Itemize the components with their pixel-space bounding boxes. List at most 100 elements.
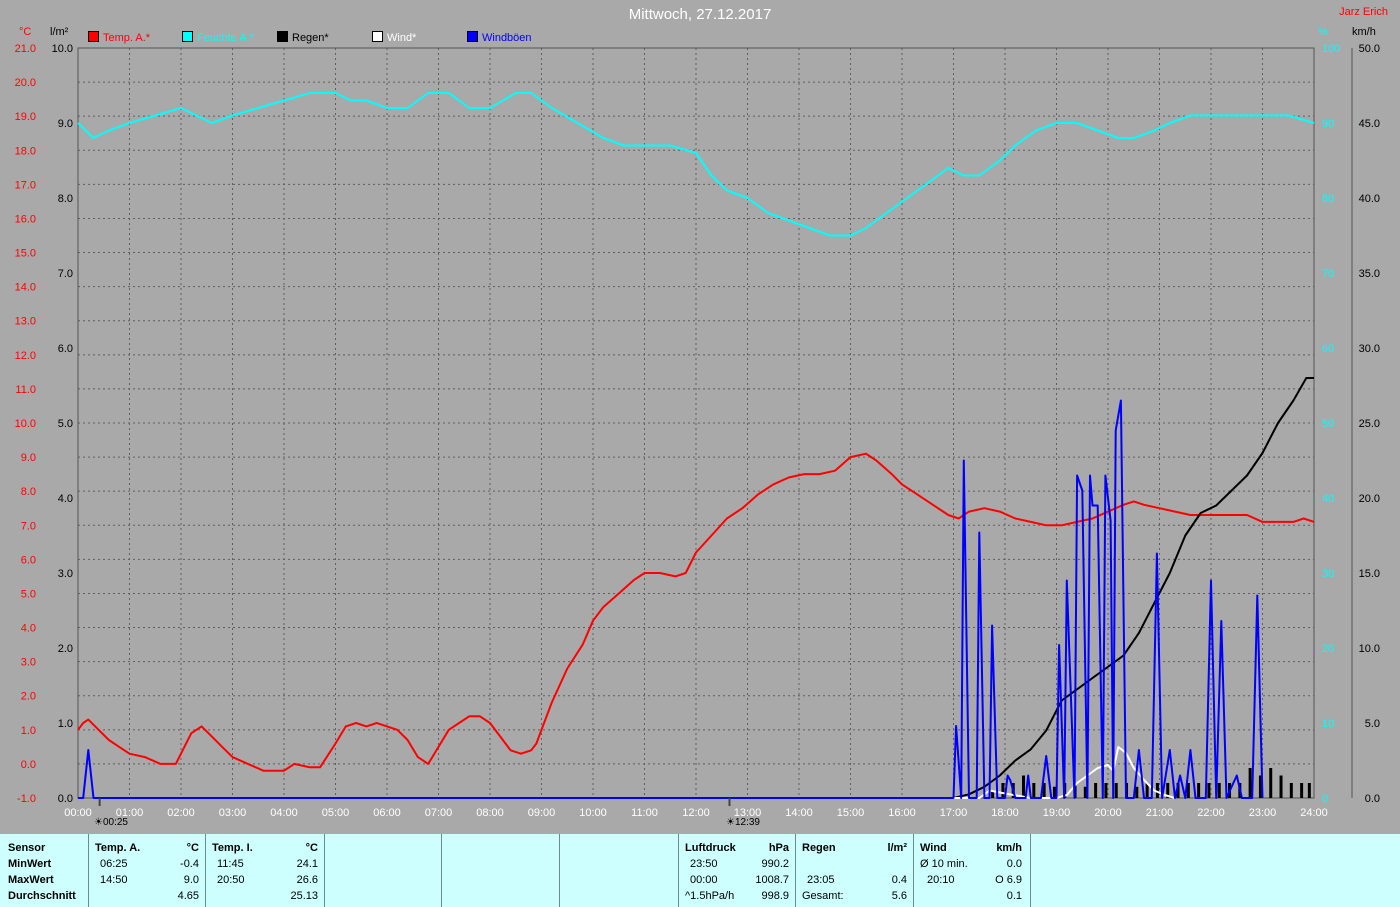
time-axis-tick-label: 09:00 xyxy=(528,807,556,819)
humidity-axis-tick-label: 30 xyxy=(1322,568,1334,580)
pressure-header: Luftdruck xyxy=(685,842,736,854)
sunrise-time: 00:25 xyxy=(102,817,128,828)
rain-bar xyxy=(1279,775,1283,798)
stats-empty-column-3 xyxy=(560,834,679,907)
time-axis-tick-label: 17:00 xyxy=(940,807,968,819)
time-axis-tick-label: 16:00 xyxy=(888,807,916,819)
time-axis-tick-label: 00:00 xyxy=(64,807,92,819)
temp-axis-tick-label: 15.0 xyxy=(15,248,36,260)
temp-axis-tick-label: 7.0 xyxy=(21,520,36,532)
sunset-label: ☀12:39 xyxy=(726,817,760,828)
rain-axis-tick-label: 10.0 xyxy=(52,43,73,55)
humidity-axis-tick-label: 50 xyxy=(1322,418,1334,430)
rain-bar xyxy=(1217,783,1221,798)
humidity-axis-tick-label: 40 xyxy=(1322,493,1334,505)
pressure-avg-value: 998.9 xyxy=(761,890,789,902)
temp-a-unit: °C xyxy=(186,842,199,854)
time-axis-tick-label: 04:00 xyxy=(270,807,298,819)
wind-axis-tick-label: 0.0 xyxy=(1365,793,1380,805)
rain-bar xyxy=(1248,768,1252,798)
temp-i-max-time: 20:50 xyxy=(217,874,245,886)
rain-bar xyxy=(1289,783,1293,798)
wind-axis-tick-label: 40.0 xyxy=(1359,193,1380,205)
rain-axis-tick-label: 2.0 xyxy=(58,643,73,655)
rain-bar xyxy=(1052,786,1056,798)
temp-a-avg-value: 4.65 xyxy=(177,890,199,902)
sunset-icon: ☀ xyxy=(726,817,735,828)
wind-avg-label: Ø 10 min. xyxy=(920,858,968,870)
rain-bar xyxy=(1001,783,1005,798)
temp-a-max-time: 14:50 xyxy=(100,874,128,886)
temp-axis-tick-label: 8.0 xyxy=(21,486,36,498)
temp-i-min-value: 24.1 xyxy=(296,858,318,870)
humidity-axis-tick-label: 70 xyxy=(1322,268,1334,280)
rain-axis-tick-label: 7.0 xyxy=(58,268,73,280)
stats-temp-a-column: Temp. A. °C 06:25 -0.4 14:50 9.0 4.65 xyxy=(89,834,206,907)
time-axis-tick-label: 19:00 xyxy=(1043,807,1071,819)
temp-i-avg-value: 25.13 xyxy=(290,890,318,902)
temp-a-header: Temp. A. xyxy=(95,842,141,854)
temp-i-unit: °C xyxy=(305,842,318,854)
stats-empty-column-4 xyxy=(1031,834,1400,907)
time-axis-tick-label: 10:00 xyxy=(579,807,607,819)
pressure-max-value: 1008.7 xyxy=(755,874,789,886)
wind-axis-tick-label: 10.0 xyxy=(1359,643,1380,655)
pressure-min-time: 23:50 xyxy=(690,858,718,870)
time-axis-tick-label: 06:00 xyxy=(373,807,401,819)
stats-label-min: MinWert xyxy=(8,858,52,870)
temp-axis-tick-label: 19.0 xyxy=(15,111,36,123)
time-axis-tick-label: 22:00 xyxy=(1197,807,1225,819)
temp-i-header: Temp. I. xyxy=(212,842,253,854)
rain-bar xyxy=(1300,783,1304,798)
rain-total-label: Gesamt: xyxy=(802,890,844,902)
temp-i-min-time: 11:45 xyxy=(217,858,244,870)
wind-axis-tick-label: 50.0 xyxy=(1359,43,1380,55)
time-axis-tick-label: 24:00 xyxy=(1300,807,1328,819)
sunset-time: 12:39 xyxy=(734,817,760,828)
stats-empty-column-2 xyxy=(442,834,560,907)
rain-bar xyxy=(1114,783,1118,798)
wind-axis-tick-label: 45.0 xyxy=(1359,118,1380,130)
temp-axis-tick-label: 16.0 xyxy=(15,213,36,225)
rain-unit: l/m² xyxy=(887,842,907,854)
stats-empty-column-1 xyxy=(325,834,442,907)
wind-header: Wind xyxy=(920,842,947,854)
rain-bar xyxy=(1207,783,1211,798)
temp-axis-tick-label: 20.0 xyxy=(15,77,36,89)
stats-temp-i-column: Temp. I. °C 11:45 24.1 20:50 26.6 25.13 xyxy=(206,834,325,907)
rain-bar xyxy=(1307,783,1311,798)
time-axis-tick-label: 11:00 xyxy=(631,807,658,819)
sunrise-icon: ☀ xyxy=(94,817,103,828)
stats-label-sensor: Sensor xyxy=(8,842,46,854)
rain-max-value: 0.4 xyxy=(891,874,907,886)
humidity-axis-tick-label: 90 xyxy=(1322,118,1334,130)
temp-a-min-time: 06:25 xyxy=(100,858,128,870)
wind-axis-tick-label: 35.0 xyxy=(1359,268,1380,280)
rain-axis-tick-label: 5.0 xyxy=(58,418,73,430)
stats-wind-column: Wind km/h Ø 10 min. 0.0 20:10 O 6.9 0.1 xyxy=(914,834,1031,907)
rain-max-time: 23:05 xyxy=(807,874,835,886)
wind-max-value: O 6.9 xyxy=(995,874,1022,886)
temp-axis-tick-label: 0.0 xyxy=(21,759,36,771)
sunrise-label: ☀00:25 xyxy=(94,817,128,828)
temp-axis-tick-label: 10.0 xyxy=(15,418,36,430)
wind-max-time: 20:10 xyxy=(927,874,955,886)
chart-plot: -1.0 0.0 1.0 2.0 3.0 4.0 5.0 6.0 7.0 8.0 9.0 10.0 11… xyxy=(15,43,1380,819)
time-axis-tick-label: 02:00 xyxy=(167,807,195,819)
time-axis-tick-label: 12:00 xyxy=(682,807,710,819)
temp-axis-tick-label: 2.0 xyxy=(21,691,36,703)
wind-unit: km/h xyxy=(996,842,1022,854)
rain-bar xyxy=(1269,768,1273,798)
rain-bar xyxy=(1022,775,1026,798)
wind-axis-tick-label: 15.0 xyxy=(1359,568,1380,580)
time-axis-tick-label: 07:00 xyxy=(425,807,453,819)
wind-avg-value: 0.0 xyxy=(1006,858,1022,870)
rain-axis-tick-label: 0.0 xyxy=(58,793,73,805)
temp-axis-tick-label: 11.0 xyxy=(15,384,36,396)
temp-axis-tick-label: 3.0 xyxy=(21,657,36,669)
temp-axis-tick-label: 13.0 xyxy=(15,316,36,328)
rain-bar xyxy=(1197,783,1201,798)
wind-axis-tick-label: 30.0 xyxy=(1359,343,1380,355)
pressure-min-value: 990.2 xyxy=(761,858,789,870)
temp-axis-tick-label: -1.0 xyxy=(17,793,36,805)
